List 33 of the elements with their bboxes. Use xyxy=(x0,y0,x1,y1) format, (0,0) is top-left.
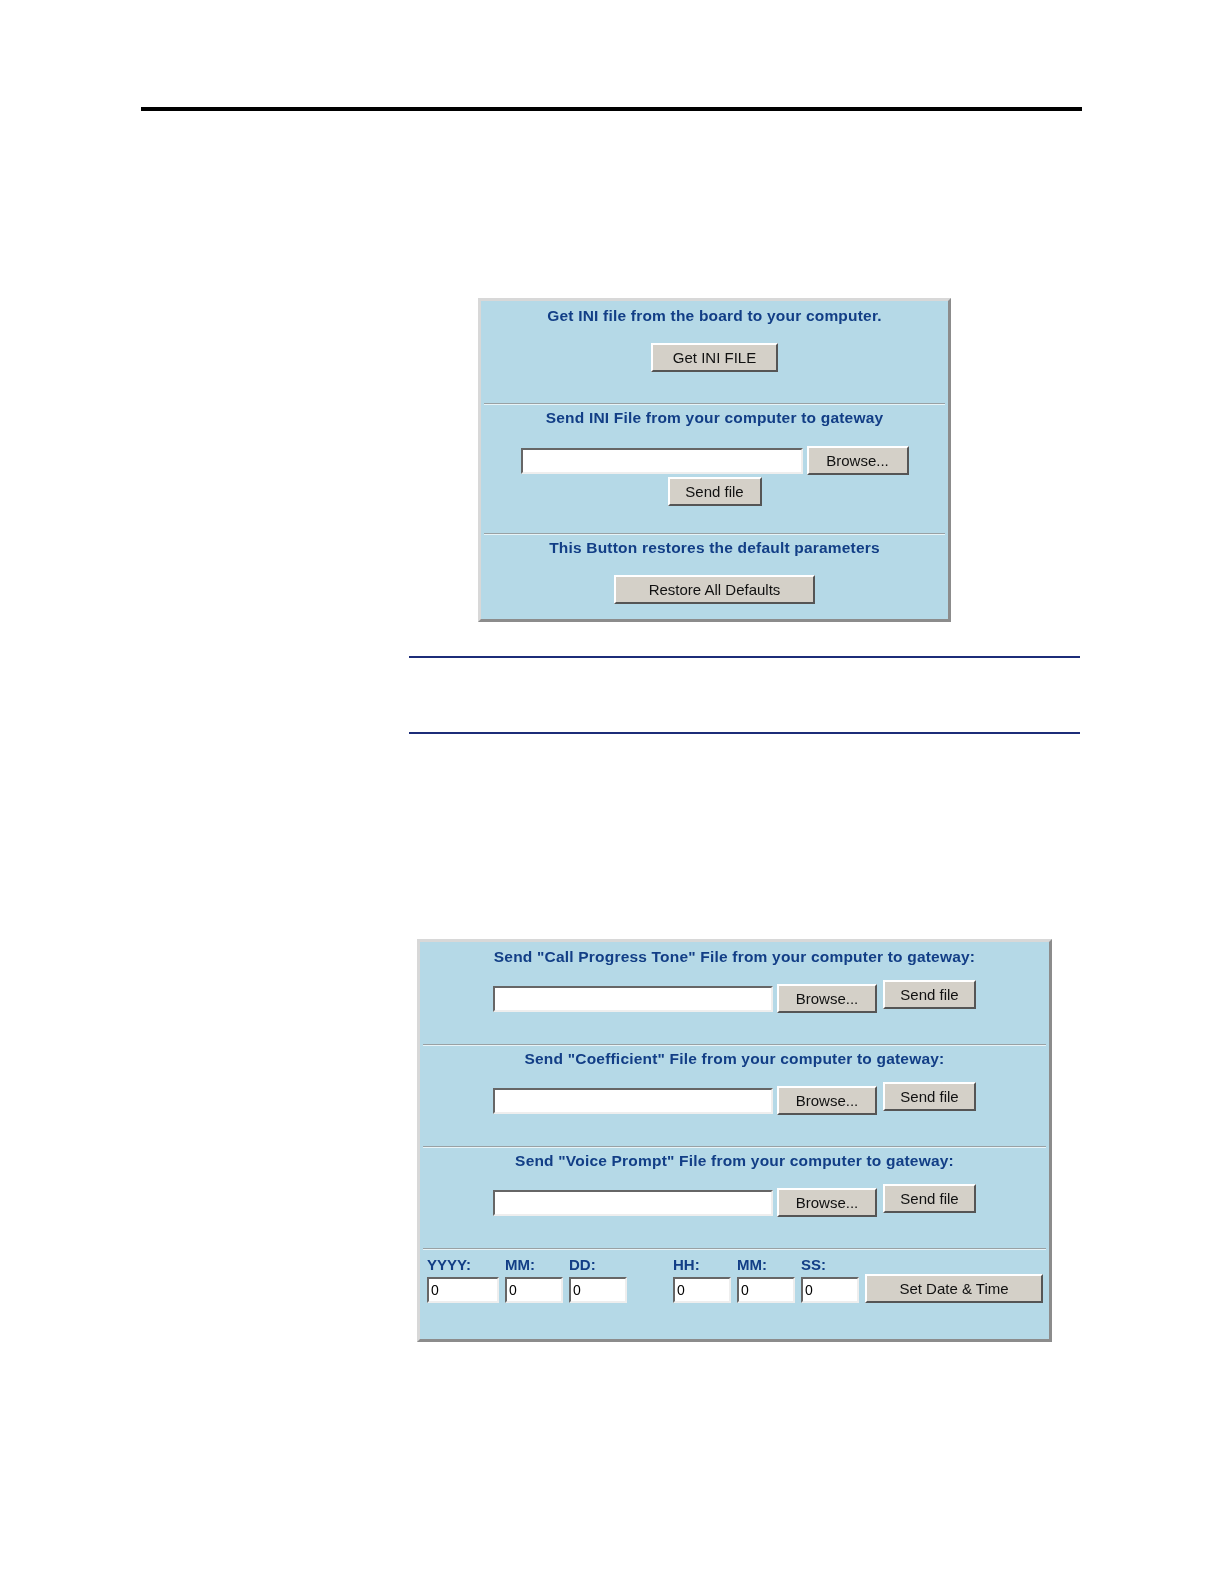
file-path-field[interactable] xyxy=(493,1087,773,1114)
send-file-button[interactable]: Send file xyxy=(883,1184,976,1213)
browse-button[interactable]: Browse... xyxy=(777,984,877,1013)
field-label: YYYY: xyxy=(427,1256,472,1273)
send-file-button[interactable]: Send file xyxy=(883,980,976,1009)
date-time-field[interactable]: 0 xyxy=(569,1277,627,1303)
file-path-field[interactable] xyxy=(493,1189,773,1216)
field-label: MM: xyxy=(505,1256,536,1273)
date-time-field[interactable]: 0 xyxy=(505,1277,563,1303)
section-heading: Send INI File from your computer to gateway xyxy=(545,409,884,427)
section-heading: Send "Call Progress Tone" File from your computer to gateway: xyxy=(493,948,976,966)
date-time-field[interactable]: 0 xyxy=(427,1277,499,1303)
browse-button[interactable]: Browse... xyxy=(806,446,909,475)
action-button[interactable]: Get INI FILE xyxy=(650,343,779,372)
section-heading: This Button restores the default parameters xyxy=(549,539,880,557)
date-time-field[interactable]: 0 xyxy=(673,1277,731,1303)
send-file-button[interactable]: Send file xyxy=(883,1082,976,1111)
file-path-field[interactable] xyxy=(520,447,803,474)
file-path-field[interactable] xyxy=(493,985,773,1012)
send-file-button[interactable]: Send file xyxy=(667,477,762,506)
section-heading: Get INI file from the board to your computer. xyxy=(547,307,882,325)
browse-button[interactable]: Browse... xyxy=(777,1086,877,1115)
date-time-field[interactable]: 0 xyxy=(737,1277,795,1303)
field-label: DD: xyxy=(569,1256,597,1273)
field-label: SS: xyxy=(801,1256,827,1273)
browse-button[interactable]: Browse... xyxy=(777,1188,877,1217)
section-heading: Send "Voice Prompt" File from your computer to gateway: xyxy=(515,1152,954,1170)
date-time-field[interactable]: 0 xyxy=(801,1277,859,1303)
field-label: MM: xyxy=(737,1256,768,1273)
field-label: HH: xyxy=(673,1256,701,1273)
section-heading: Send "Coefficient" File from your computer to gateway: xyxy=(524,1050,945,1068)
action-button[interactable]: Restore All Defaults xyxy=(613,575,816,604)
set-date-time-button[interactable]: Set Date & Time xyxy=(865,1274,1043,1303)
